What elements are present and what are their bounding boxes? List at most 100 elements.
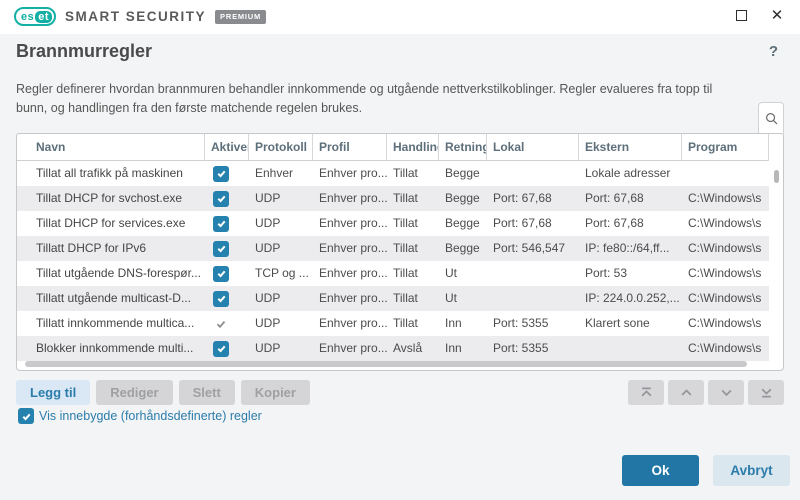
check-icon	[217, 195, 225, 203]
rule-enabled-checkbox[interactable]	[205, 261, 249, 286]
column-header-profil: Profil	[313, 134, 387, 161]
move-up-button[interactable]	[668, 380, 704, 405]
move-top-button[interactable]	[628, 380, 664, 405]
firewall-rules-table: NavnAktivertProtokollProfilHandlingRetni…	[16, 133, 784, 371]
rule-enabled-checkbox[interactable]	[205, 286, 249, 311]
cell-protocol: TCP og ...	[255, 266, 309, 280]
horizontal-scrollbar[interactable]	[25, 361, 747, 367]
add-button[interactable]: Legg til	[16, 380, 91, 405]
cell-app	[682, 161, 769, 186]
rule-enabled-checkbox[interactable]	[205, 161, 249, 186]
cell-protocol: UDP	[255, 191, 281, 205]
rule-enabled-checkbox[interactable]	[205, 211, 249, 236]
rule-enabled-checkbox[interactable]	[205, 236, 249, 261]
cell-remote: Port: 53	[585, 266, 628, 280]
column-header-retning: Retning	[439, 134, 487, 161]
cell-profile: Enhver pro...	[319, 316, 387, 330]
cell-profile: Enhver pro...	[319, 266, 387, 280]
table-row[interactable]: Tillatt DHCP for IPv6 UDP Enhver pro... Til…	[17, 236, 769, 261]
rule-enabled-checkbox[interactable]	[205, 186, 249, 211]
cell-protocol: UDP	[255, 341, 281, 355]
cell-profile: Enhver pro...	[319, 291, 387, 305]
move-down-button[interactable]	[708, 380, 744, 405]
cell-app: C:\Windows\s	[688, 341, 762, 355]
cell-remote: IP: fe80::/64,ff...	[585, 241, 670, 255]
cell-local: Port: 546,547	[493, 241, 566, 255]
maximize-icon	[735, 9, 747, 21]
rule-enabled-checkbox[interactable]	[205, 336, 249, 361]
cell-local: Port: 5355	[493, 341, 549, 355]
checkbox-checked	[213, 215, 229, 232]
cell-protocol: Enhver	[255, 166, 294, 180]
description-line: bunn, og handlingen fra den første match…	[16, 100, 363, 115]
cell-action: Tillat	[393, 316, 418, 330]
column-header-program: Program	[682, 134, 769, 161]
rule-enabled-checkmark[interactable]	[205, 311, 249, 336]
cell-direction: Begge	[445, 241, 480, 255]
search-button[interactable]	[758, 102, 784, 134]
close-button[interactable]: ✕	[762, 0, 792, 30]
table-row[interactable]: Tillat DHCP for svchost.exe UDP Enhver pro…	[17, 186, 769, 211]
cell-remote: Lokale adresser	[585, 166, 671, 180]
delete-button[interactable]: Slett	[178, 380, 235, 405]
cell-remote: Port: 67,68	[585, 191, 644, 205]
close-icon: ✕	[770, 6, 784, 24]
check-icon	[217, 345, 225, 353]
show-builtin-checkbox[interactable]	[18, 408, 34, 424]
cancel-button[interactable]: Avbryt	[713, 455, 790, 486]
chevron-down-icon	[721, 389, 731, 397]
cell-protocol: UDP	[255, 241, 281, 255]
cell-name: Tillatt innkommende multica...	[36, 316, 195, 330]
checkbox-checked	[213, 340, 229, 357]
eset-logo-mark: es et	[14, 7, 57, 26]
check-icon	[217, 245, 225, 253]
premium-badge: PREMIUM	[215, 9, 267, 24]
move-bottom-button[interactable]	[748, 380, 784, 405]
cell-name: Tillat DHCP for services.exe	[36, 216, 186, 230]
help-icon[interactable]: ?	[769, 43, 778, 60]
cell-direction: Ut	[445, 291, 457, 305]
copy-button[interactable]: Kopier	[240, 380, 310, 405]
vertical-scrollbar[interactable]	[774, 170, 779, 183]
column-header-handling: Handling	[387, 134, 439, 161]
cell-name: Tillatt utgående multicast-D...	[36, 291, 191, 305]
cell-protocol: UDP	[255, 216, 281, 230]
cell-direction: Begge	[445, 216, 480, 230]
table-row[interactable]: Tillatt utgående multicast-D... UDP Enhver…	[17, 286, 769, 311]
cell-local	[487, 286, 579, 311]
column-header-lokal: Lokal	[487, 134, 579, 161]
edit-button[interactable]: Rediger	[96, 380, 173, 405]
show-builtin-rules: Vis innebygde (forhåndsdefinerte) regler	[16, 408, 262, 424]
checkbox-checked	[213, 290, 229, 307]
cell-profile: Enhver pro...	[319, 166, 387, 180]
ok-button[interactable]: Ok	[622, 455, 699, 486]
cell-remote: IP: 224.0.0.252,...	[585, 291, 680, 305]
cell-app: C:\Windows\s	[688, 216, 762, 230]
cell-action: Avslå	[393, 341, 423, 355]
table-row[interactable]: Tillatt innkommende multica... UDP Enhver …	[17, 311, 769, 336]
cell-remote: Port: 67,68	[585, 216, 644, 230]
cell-local	[487, 261, 579, 286]
table-row[interactable]: Tillat DHCP for services.exe UDP Enhver pr…	[17, 211, 769, 236]
table-row[interactable]: Tillat utgående DNS-forespør... TCP og ..…	[17, 261, 769, 286]
cell-remote	[579, 336, 682, 361]
cell-app: C:\Windows\s	[688, 266, 762, 280]
cell-remote: Klarert sone	[585, 316, 650, 330]
table-row[interactable]: Tillat all trafikk på maskinen Enhver Enhv…	[17, 161, 769, 186]
cell-local: Port: 67,68	[493, 216, 552, 230]
reorder-buttons	[628, 380, 784, 405]
cell-action: Tillat	[393, 241, 418, 255]
checkbox-checked	[213, 240, 229, 257]
cell-app: C:\Windows\s	[688, 316, 762, 330]
table-row[interactable]: Blokker innkommende multi... UDP Enhver pr…	[17, 336, 769, 361]
cell-action: Tillat	[393, 266, 418, 280]
checkbox-checked	[213, 190, 229, 207]
maximize-button[interactable]	[726, 0, 756, 30]
column-header-navn: Navn	[17, 134, 205, 161]
cell-app: C:\Windows\s	[688, 191, 762, 205]
cell-profile: Enhver pro...	[319, 241, 387, 255]
cell-app: C:\Windows\s	[688, 241, 762, 255]
cell-name: Blokker innkommende multi...	[36, 341, 194, 355]
cell-protocol: UDP	[255, 316, 281, 330]
cell-local: Port: 5355	[493, 316, 549, 330]
